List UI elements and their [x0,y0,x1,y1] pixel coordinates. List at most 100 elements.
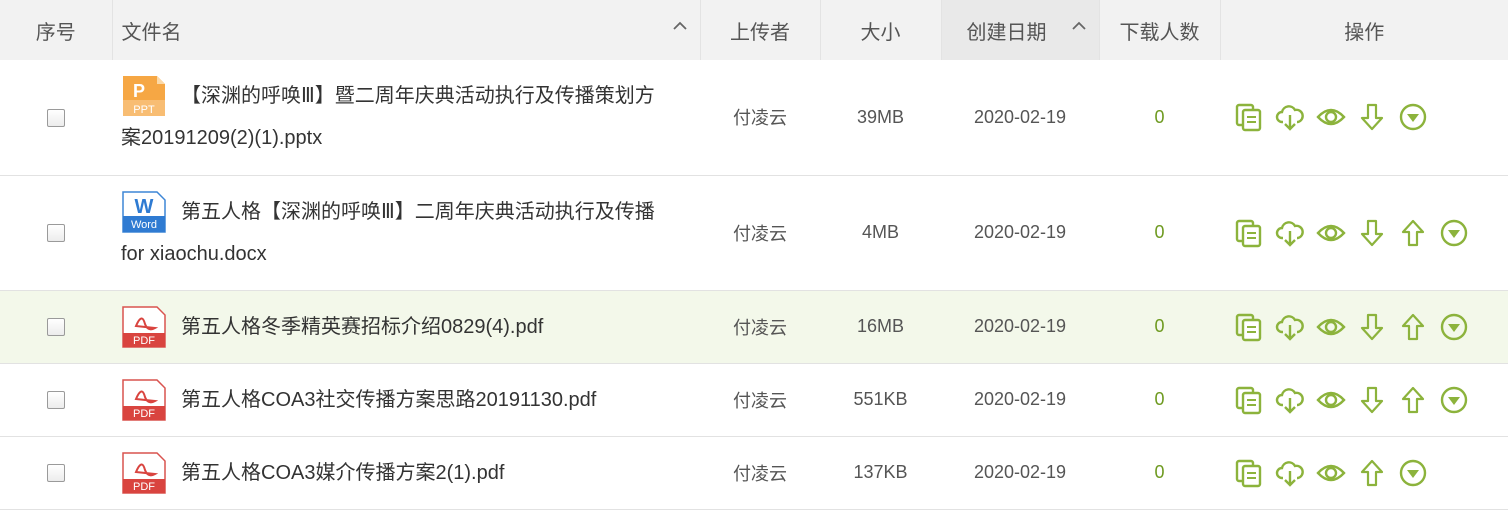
size-cell: 551KB [853,389,908,409]
file-name[interactable]: 第五人格COA3社交传播方案思路20191130.pdf [181,389,596,411]
cloud-download-icon[interactable] [1275,458,1305,488]
preview-eye-icon[interactable] [1316,312,1346,342]
download-count-cell: 0 [1154,389,1165,409]
size-cell: 4MB [861,222,899,242]
header-actions: 操作 [1344,21,1385,44]
table-row[interactable]: W Word 第五人格【深渊的呼唤Ⅲ】二周年庆典活动执行及传播 for xiaochu… [0,175,1508,290]
actions-cell [1220,290,1508,363]
svg-text:P: P [133,81,145,101]
action-icons [1220,218,1508,248]
download-arrow-icon[interactable] [1357,312,1387,342]
svg-text:PDF: PDF [133,335,155,347]
actions-cell [1220,60,1508,175]
copy-icon[interactable] [1234,385,1264,415]
word-file-icon: W Word [121,190,167,233]
preview-eye-icon[interactable] [1316,218,1346,248]
size-cell: 137KB [853,462,908,482]
action-icons [1220,312,1508,342]
download-arrow-icon[interactable] [1357,385,1387,415]
table-row[interactable]: PDF 第五人格COA3社交传播方案思路20191130.pdf 付凌云 551KB 2… [0,363,1508,436]
ppt-file-icon: P PPT [121,75,167,117]
uploader-cell: 付凌云 [733,223,787,244]
more-dropdown-icon[interactable] [1439,218,1469,248]
file-name-line1[interactable]: 【深渊的呼唤Ⅲ】暨二周年庆典活动执行及传播策划方 [181,85,655,107]
svg-text:Word: Word [131,219,157,231]
pdf-file-icon: PDF [121,451,167,494]
sort-asc-icon[interactable] [672,18,688,34]
row-checkbox[interactable] [47,391,65,410]
svg-text:W: W [135,196,154,218]
cloud-download-icon[interactable] [1275,218,1305,248]
row-checkbox[interactable] [47,224,65,243]
date-cell: 2020-02-19 [973,316,1067,336]
date-cell: 2020-02-19 [973,462,1067,482]
copy-icon[interactable] [1234,458,1264,488]
uploader-cell: 付凌云 [733,108,787,129]
upload-arrow-icon[interactable] [1357,458,1387,488]
file-name[interactable]: 第五人格冬季精英赛招标介绍0829(4).pdf [181,316,543,338]
actions-cell [1220,175,1508,290]
table-row[interactable]: PDF 第五人格COA3媒介传播方案2(1).pdf 付凌云 137KB 2020-02… [0,436,1508,509]
row-checkbox[interactable] [47,109,65,127]
file-name-line2[interactable]: for xiaochu.docx [121,243,267,265]
uploader-cell: 付凌云 [733,390,787,411]
row-select-cell [0,290,112,363]
more-dropdown-icon[interactable] [1439,312,1469,342]
header-created-date[interactable]: 创建日期 [941,0,1100,60]
table-row[interactable]: P PPT 【深渊的呼唤Ⅲ】暨二周年庆典活动执行及传播策划方案20191209(2)… [0,60,1508,175]
sort-asc-icon[interactable] [1071,18,1087,34]
row-checkbox[interactable] [47,318,65,337]
svg-text:PPT: PPT [133,104,155,116]
file-name-line2[interactable]: 案20191209(2)(1).pptx [121,127,322,149]
cloud-download-icon[interactable] [1275,102,1305,132]
upload-arrow-icon[interactable] [1398,312,1428,342]
row-select-cell [0,363,112,436]
cloud-download-icon[interactable] [1275,312,1305,342]
file-name-line1[interactable]: 第五人格【深渊的呼唤Ⅲ】二周年庆典活动执行及传播 [181,201,655,223]
cloud-download-icon[interactable] [1275,385,1305,415]
download-count-cell: 0 [1154,462,1165,482]
header-filename-label: 文件名 [121,21,182,44]
svg-text:PDF: PDF [133,481,155,493]
file-name-cell: PDF 第五人格冬季精英赛招标介绍0829(4).pdf [112,290,700,363]
actions-cell [1220,436,1508,509]
more-dropdown-icon[interactable] [1398,458,1428,488]
header-index: 序号 [0,0,113,60]
preview-eye-icon[interactable] [1316,458,1346,488]
action-icons [1220,385,1508,415]
uploader-cell: 付凌云 [733,463,787,484]
preview-eye-icon[interactable] [1316,102,1346,132]
header-filename[interactable]: 文件名 [112,0,701,60]
date-cell: 2020-02-19 [973,222,1067,242]
download-arrow-icon[interactable] [1357,102,1387,132]
copy-icon[interactable] [1234,218,1264,248]
row-select-cell [0,60,112,175]
file-name-cell: W Word 第五人格【深渊的呼唤Ⅲ】二周年庆典活动执行及传播 for xiaochu… [112,175,700,290]
size-cell: 39MB [856,106,905,127]
preview-eye-icon[interactable] [1316,385,1346,415]
pdf-file-icon: PDF [121,378,167,421]
svg-text:PDF: PDF [133,408,155,420]
file-name-cell: PDF 第五人格COA3社交传播方案思路20191130.pdf [112,363,700,436]
download-count-cell: 0 [1154,316,1165,336]
more-dropdown-icon[interactable] [1439,385,1469,415]
row-select-cell [0,436,112,509]
copy-icon[interactable] [1234,102,1264,132]
file-name[interactable]: 第五人格COA3媒介传播方案2(1).pdf [181,462,504,484]
download-arrow-icon[interactable] [1357,218,1387,248]
table-row[interactable]: PDF 第五人格冬季精英赛招标介绍0829(4).pdf 付凌云 16MB 2020-0… [0,290,1508,363]
file-name-cell: P PPT 【深渊的呼唤Ⅲ】暨二周年庆典活动执行及传播策划方案20191209(2)… [112,60,700,175]
download-count-cell: 0 [1154,222,1165,242]
uploader-cell: 付凌云 [733,317,787,338]
more-dropdown-icon[interactable] [1398,102,1428,132]
date-cell: 2020-02-19 [973,106,1067,127]
action-icons [1220,102,1508,132]
copy-icon[interactable] [1234,312,1264,342]
header-uploader: 上传者 [700,0,821,60]
row-checkbox[interactable] [47,464,65,483]
upload-arrow-icon[interactable] [1398,218,1428,248]
pdf-file-icon: PDF [121,305,167,348]
upload-arrow-icon[interactable] [1398,385,1428,415]
header-downloads: 下载人数 [1099,0,1221,60]
download-count-cell: 0 [1154,106,1165,127]
